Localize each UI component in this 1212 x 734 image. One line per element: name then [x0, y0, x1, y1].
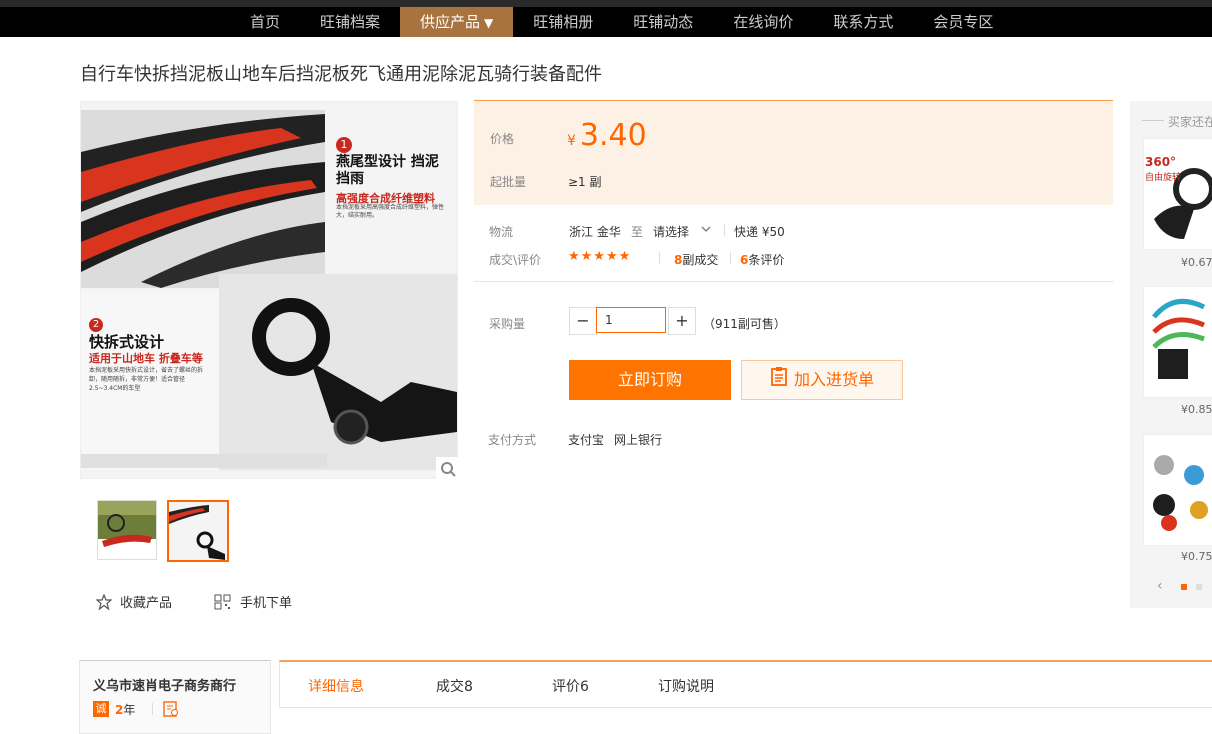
deals-count-link[interactable]: 8副成交 [674, 251, 718, 268]
nav-item-products-label: 供应产品 [420, 13, 481, 31]
deal-label: 成交\评价 [489, 253, 542, 267]
chevron-down-icon[interactable] [700, 223, 712, 238]
price-amount: 3.40 [579, 118, 647, 153]
reviews-text: 条评价 [748, 253, 785, 267]
nav-item-profile[interactable]: 旺铺档案 [300, 7, 400, 37]
reviews-count-link[interactable]: 6条评价 [740, 251, 784, 268]
recommend-price-2: ¥0.85 [1181, 403, 1212, 416]
nav-item-album[interactable]: 旺铺相册 [513, 7, 613, 37]
shop-name[interactable]: 义乌市速肖电子商务商行 [93, 675, 236, 694]
divider [730, 252, 731, 264]
product-title: 自行车快拆挡泥板山地车后挡泥板死飞通用泥除泥瓦骑行装备配件 [80, 64, 602, 85]
recommend-image-2 [1144, 287, 1212, 397]
deals-text: 副成交 [682, 253, 719, 267]
recommend-tag-360: 360° [1145, 155, 1177, 169]
currency-symbol: ¥ [567, 133, 576, 149]
clipboard-icon [770, 362, 788, 400]
top-strip [0, 0, 1212, 7]
quantity-input[interactable]: 1 [596, 307, 666, 333]
recommend-tag-rotate: 自由旋转 [1145, 173, 1182, 183]
step2-subtitle: 适用于山地车 折叠车等 [89, 352, 203, 365]
quantity-increase-button[interactable]: + [668, 307, 696, 335]
detail-tabs: 详细信息 成交8 评价6 订购说明 [279, 660, 1212, 708]
chevron-down-icon: ▼ [484, 16, 494, 30]
thumbnail-1[interactable] [97, 500, 157, 560]
payment-method-bank: 网上银行 [614, 433, 663, 447]
express-fee: 快递 ¥50 [734, 225, 785, 239]
favorite-label: 收藏产品 [120, 596, 173, 611]
moq-label: 起批量 [490, 175, 527, 189]
mobile-order-link[interactable]: 手机下单 [214, 592, 292, 614]
thumbnail-bike-image [98, 501, 156, 559]
favorite-link[interactable]: 收藏产品 [95, 592, 173, 614]
divider [1142, 120, 1164, 121]
main-nav: 首页 旺铺档案 供应产品 ▼ 旺铺相册 旺铺动态 在线询价 联系方式 会员专区 [230, 7, 1013, 37]
product-main-image[interactable]: 1 燕尾型设计 挡泥挡雨 高强度合成纤维塑料 本挡泥板采用高强度合成纤维塑料，弹… [80, 101, 458, 479]
tab-deals[interactable]: 成交8 [436, 676, 473, 696]
quantity-label: 采购量 [489, 317, 526, 331]
step1-badge: 1 [336, 137, 352, 153]
tab-detail[interactable]: 详细信息 [308, 676, 364, 696]
logistics-to: 至 [631, 225, 644, 239]
divider [659, 252, 660, 264]
nav-item-home[interactable]: 首页 [230, 7, 300, 37]
recommend-image-3 [1144, 435, 1212, 545]
sidebar-heading: 买家还在 [1168, 115, 1212, 129]
recommend-price-3: ¥0.75 [1181, 550, 1212, 563]
recommend-item-2[interactable] [1143, 286, 1212, 398]
tab-reviews[interactable]: 评价6 [552, 676, 589, 696]
logistics-label: 物流 [489, 225, 514, 239]
moq-value: ≥1 副 [568, 175, 602, 189]
tab-order-notes[interactable]: 订购说明 [658, 676, 714, 696]
divider [724, 224, 725, 236]
recommend-item-3[interactable] [1143, 434, 1212, 546]
certificate-icon[interactable] [163, 701, 179, 720]
nav-item-members[interactable]: 会员专区 [913, 7, 1013, 37]
top-nav-bar: 首页 旺铺档案 供应产品 ▼ 旺铺相册 旺铺动态 在线询价 联系方式 会员专区 [0, 0, 1212, 37]
star-outline-icon [95, 592, 113, 614]
step1-title: 燕尾型设计 挡泥挡雨 [336, 154, 439, 187]
stock-available: （911副可售） [703, 317, 786, 331]
nav-item-inquiry[interactable]: 在线询价 [713, 7, 813, 37]
destination-select[interactable]: 请选择 [653, 223, 689, 240]
divider [152, 703, 153, 715]
price-label: 价格 [490, 132, 515, 146]
logistics-origin: 浙江 金华 [569, 225, 621, 239]
shop-years: 2年 [115, 701, 135, 718]
trust-badge-icon: 诚 [93, 701, 109, 717]
quantity-decrease-button[interactable]: − [569, 307, 597, 335]
step2-badge: 2 [89, 318, 103, 332]
magnifier-icon[interactable] [436, 457, 460, 481]
section-divider [474, 281, 1114, 282]
pager-dot[interactable] [1196, 584, 1202, 590]
step2-desc: 本挡泥板采用快拆式设计，省去了螺丝的拆卸，随用随拆，非常方便！适合管径2.5~3… [89, 367, 204, 392]
mobile-order-label: 手机下单 [240, 596, 293, 611]
pager-dot-active[interactable] [1181, 584, 1187, 590]
step2-title: 快拆式设计 [89, 333, 165, 351]
thumbnail-2[interactable] [167, 500, 229, 562]
sidebar-prev-button[interactable]: ‹ [1157, 578, 1163, 594]
add-to-cart-label: 加入进货单 [793, 370, 874, 389]
price-value: ¥3.40 [567, 118, 647, 153]
step1-desc: 本挡泥板采用高强度合成纤维塑料，弹性大，结实耐用。 [336, 204, 445, 219]
recommend-price-1: ¥0.67 [1181, 256, 1212, 269]
payment-label: 支付方式 [488, 433, 537, 447]
nav-item-products[interactable]: 供应产品 ▼ [400, 7, 514, 37]
buy-now-button[interactable]: 立即订购 [569, 360, 731, 400]
rating-stars: ★★★★★ [568, 249, 632, 264]
shop-card: 义乌市速肖电子商务商行 诚 2年 [79, 660, 271, 734]
add-to-cart-button[interactable]: 加入进货单 [741, 360, 903, 400]
payment-method-alipay: 支付宝 [568, 433, 605, 447]
thumbnail-fender-image [169, 502, 227, 560]
nav-item-news[interactable]: 旺铺动态 [613, 7, 713, 37]
shop-years-unit: 年 [123, 703, 136, 717]
nav-item-contact[interactable]: 联系方式 [813, 7, 913, 37]
qr-code-icon [214, 594, 232, 614]
recommend-item-1[interactable]: 360° 自由旋转 [1143, 138, 1212, 250]
